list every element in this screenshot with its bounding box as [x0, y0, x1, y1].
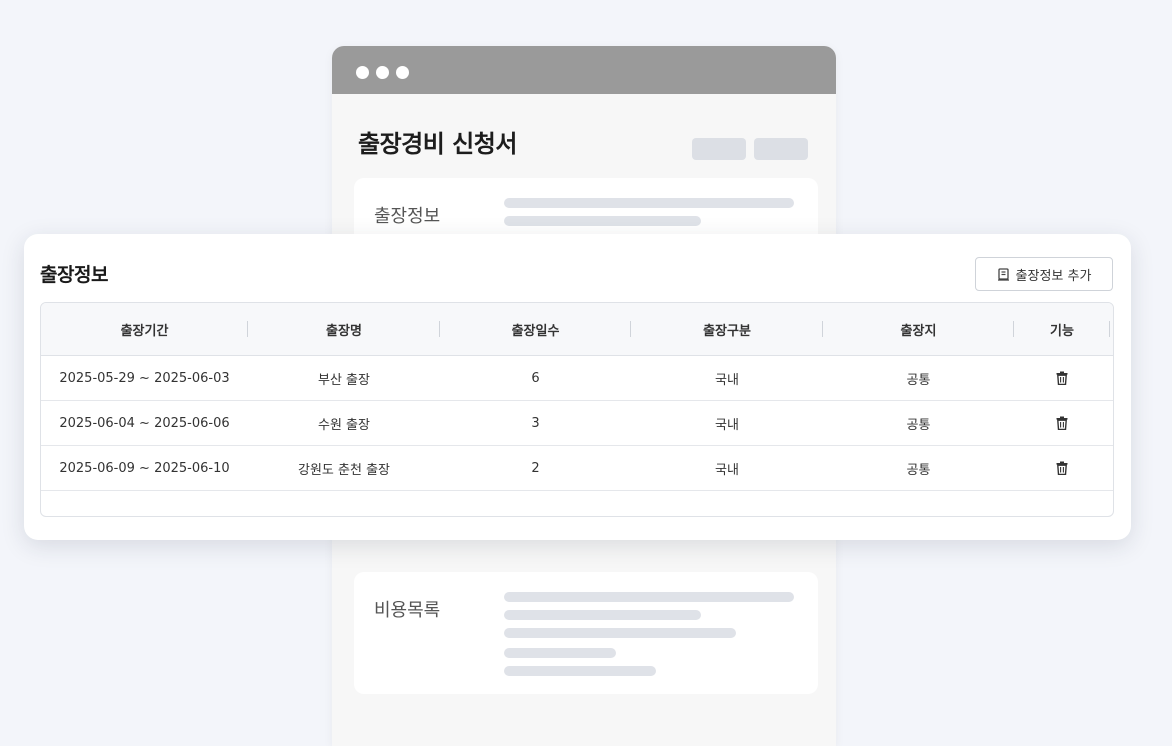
window-dot[interactable] [376, 66, 389, 79]
trash-icon[interactable] [1056, 371, 1068, 385]
cell-days: 2 [531, 460, 540, 476]
add-trip-info-button[interactable]: 출장정보 추가 [975, 257, 1113, 291]
cell-place: 공통 [906, 417, 931, 433]
trip-table: 출장기간 출장명 출장일수 출장구분 출장지 기능 2025-05-29 ~ 2… [40, 302, 1114, 517]
cell-actions [1014, 446, 1110, 490]
trash-icon[interactable] [1056, 416, 1068, 430]
placeholder-line [504, 628, 736, 638]
table-row[interactable]: 2025-05-29 ~ 2025-06-03 부산 출장 6 국내 공통 [41, 356, 1113, 401]
trip-info-panel: 출장정보 출장정보 추가 출장기간 출장명 출장일수 출장구분 출장지 기능 2… [24, 234, 1131, 540]
cell-type: 국내 [715, 417, 739, 433]
section-label: 비용목록 [374, 600, 441, 621]
section-card-expense-list: 비용목록 [354, 572, 818, 694]
cell-period: 2025-06-04 ~ 2025-06-06 [59, 415, 230, 431]
cell-period: 2025-06-09 ~ 2025-06-10 [59, 460, 230, 476]
cell-period: 2025-05-29 ~ 2025-06-03 [59, 370, 230, 386]
column-header: 출장구분 [631, 303, 823, 355]
placeholder-line [504, 198, 794, 208]
document-icon [997, 267, 1010, 281]
cell-type: 국내 [715, 462, 739, 478]
cell-name: 강원도 춘천 출장 [298, 462, 390, 478]
column-header: 기능 [1014, 303, 1110, 355]
column-header: 출장일수 [440, 303, 631, 355]
placeholder-button[interactable] [692, 138, 746, 160]
add-button-label: 출장정보 추가 [1015, 268, 1092, 284]
column-header: 출장기간 [41, 303, 248, 355]
placeholder-line [504, 610, 701, 620]
cell-name: 부산 출장 [318, 372, 370, 388]
column-header: 출장명 [248, 303, 440, 355]
placeholder-line [504, 216, 701, 226]
cell-place: 공통 [906, 372, 931, 388]
window-dot[interactable] [356, 66, 369, 79]
placeholder-line [504, 666, 656, 676]
window-titlebar [332, 46, 836, 94]
panel-title: 출장정보 [40, 264, 108, 286]
placeholder-line [504, 648, 616, 658]
placeholder-button[interactable] [754, 138, 808, 160]
cell-actions [1014, 401, 1110, 445]
column-header: 출장지 [823, 303, 1014, 355]
cell-place: 공통 [906, 462, 931, 478]
cell-days: 6 [531, 370, 540, 386]
table-header: 출장기간 출장명 출장일수 출장구분 출장지 기능 [41, 303, 1113, 356]
section-label: 출장정보 [374, 206, 441, 227]
cell-actions [1014, 356, 1110, 400]
table-row[interactable]: 2025-06-09 ~ 2025-06-10 강원도 춘천 출장 2 국내 공… [41, 446, 1113, 491]
cell-name: 수원 출장 [318, 417, 370, 433]
cell-days: 3 [531, 415, 540, 431]
trash-icon[interactable] [1056, 461, 1068, 475]
cell-type: 국내 [715, 372, 739, 388]
table-row[interactable]: 2025-06-04 ~ 2025-06-06 수원 출장 3 국내 공통 [41, 401, 1113, 446]
document-title: 출장경비 신청서 [358, 130, 517, 158]
window-dot[interactable] [396, 66, 409, 79]
placeholder-line [504, 592, 794, 602]
